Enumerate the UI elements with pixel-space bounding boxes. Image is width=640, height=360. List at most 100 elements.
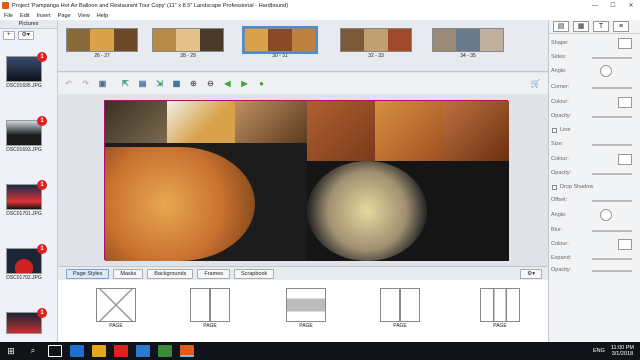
photobook-app-icon[interactable] xyxy=(180,345,194,357)
gear-icon[interactable]: ⚙▾ xyxy=(520,268,542,279)
photo-frame[interactable] xyxy=(307,161,427,261)
menu-insert[interactable]: Insert xyxy=(37,13,51,19)
page-spread[interactable] xyxy=(104,100,509,261)
drop-shadow-checkbox[interactable] xyxy=(552,185,557,190)
add-image-icon[interactable]: ▤ xyxy=(136,77,149,90)
photo-frame[interactable] xyxy=(443,101,509,161)
text-icon[interactable]: T xyxy=(593,21,609,32)
mail-icon[interactable] xyxy=(136,345,150,357)
undo-icon[interactable]: ↶ xyxy=(62,77,75,90)
page-style[interactable]: PAGE xyxy=(284,288,328,329)
spread-thumb-selected[interactable]: 30 - 31 xyxy=(242,26,318,60)
spread-thumb[interactable]: 32 - 33 xyxy=(340,28,412,60)
page-style[interactable]: PAGE xyxy=(188,288,232,329)
blur-slider[interactable] xyxy=(592,230,632,232)
photo-frame[interactable] xyxy=(105,101,167,143)
tab-backgrounds[interactable]: Backgrounds xyxy=(147,268,194,279)
picture-thumb[interactable]: 1 xyxy=(6,308,47,334)
text-block[interactable] xyxy=(215,153,285,193)
close-button[interactable]: ✕ xyxy=(622,0,640,11)
minimize-button[interactable]: — xyxy=(586,0,604,11)
app-icon[interactable] xyxy=(158,345,172,357)
line-colour-swatch[interactable] xyxy=(618,154,632,165)
save-icon[interactable]: ▣ xyxy=(96,77,109,90)
pictures-toolbar: + ⚙▾ xyxy=(0,29,57,41)
offset-slider[interactable] xyxy=(592,200,632,202)
previous-icon[interactable]: ◀ xyxy=(221,77,234,90)
add-picture-button[interactable]: + xyxy=(3,30,15,40)
page-style[interactable]: PAGE xyxy=(478,288,522,329)
zoom-out-icon[interactable]: ⊖ xyxy=(204,77,217,90)
layout-icon[interactable]: ▤ xyxy=(553,21,569,32)
text-block[interactable] xyxy=(435,171,503,221)
page-style[interactable]: PAGE xyxy=(378,288,422,329)
spread-label: 28 - 29 xyxy=(180,53,196,59)
photo-frame[interactable] xyxy=(167,101,235,143)
shape-selector[interactable] xyxy=(618,38,632,49)
picture-thumb[interactable]: 1 DSC01695.JPG xyxy=(6,52,47,89)
search-icon[interactable]: ⌕ xyxy=(26,345,40,357)
spread-preview xyxy=(432,28,504,52)
task-view-icon[interactable] xyxy=(48,345,62,357)
opacity-slider[interactable] xyxy=(592,116,632,118)
photo-frame[interactable] xyxy=(235,101,307,143)
sides-slider[interactable] xyxy=(592,57,632,59)
colour-swatch[interactable] xyxy=(618,97,632,108)
line-opacity-slider[interactable] xyxy=(592,173,632,175)
menu-page[interactable]: Page xyxy=(58,13,71,19)
picture-thumb[interactable]: 1 DSC01701.JPG xyxy=(6,180,47,217)
photo-frame[interactable] xyxy=(375,101,443,161)
spread-thumb[interactable]: 26 - 27 xyxy=(66,28,138,60)
start-icon[interactable]: ⊞ xyxy=(4,345,18,357)
usage-badge: 1 xyxy=(37,116,47,126)
corner-slider[interactable] xyxy=(592,87,632,89)
pictures-options-button[interactable]: ⚙▾ xyxy=(17,30,34,40)
shadow-angle-knob[interactable] xyxy=(600,209,612,221)
list-icon[interactable]: ≡ xyxy=(613,21,629,32)
tab-scrapbook[interactable]: Scrapbook xyxy=(234,268,275,279)
page-style[interactable]: PAGE xyxy=(94,288,138,329)
spread-preview xyxy=(152,28,224,52)
angle-knob[interactable] xyxy=(600,65,612,77)
menu-bar: File Edit Insert Page View Help xyxy=(0,11,640,20)
menu-edit[interactable]: Edit xyxy=(20,13,30,19)
edge-icon[interactable] xyxy=(70,345,84,357)
layout-icon[interactable]: ▦ xyxy=(170,77,183,90)
pictures-panel: Pictures + ⚙▾ 1 DSC01695.JPG 1 DSC01693.… xyxy=(0,20,58,342)
language-indicator[interactable]: ENG xyxy=(593,348,605,354)
maximize-button[interactable]: ☐ xyxy=(604,0,622,11)
menu-file[interactable]: File xyxy=(4,13,13,19)
window-title: Project 'Pampanga Hot Air Balloon and Re… xyxy=(12,2,289,9)
size-slider[interactable] xyxy=(592,144,632,146)
line-checkbox[interactable] xyxy=(552,128,557,133)
menu-help[interactable]: Help xyxy=(97,13,109,19)
tab-page-styles[interactable]: Page Styles xyxy=(66,268,110,279)
next-icon[interactable]: ▶ xyxy=(238,77,251,90)
zoom-in-icon[interactable]: ⊕ xyxy=(187,77,200,90)
redo-icon[interactable]: ↷ xyxy=(79,77,92,90)
spread-thumb[interactable]: 28 - 29 xyxy=(152,28,224,60)
right-page[interactable] xyxy=(307,101,509,261)
fit-image-icon[interactable]: ⇱ xyxy=(119,77,132,90)
spread-thumb[interactable]: 34 - 35 xyxy=(432,28,504,60)
cart-icon[interactable]: 🛒 xyxy=(529,77,542,90)
picture-thumb[interactable]: 1 DSC01693.JPG xyxy=(6,116,47,153)
shadow-colour-label: Colour: xyxy=(551,241,569,247)
arrange-icon[interactable]: ⇲ xyxy=(153,77,166,90)
picture-thumb[interactable]: 1 DSC01702.JPG xyxy=(6,244,47,281)
page-style-label: PAGE xyxy=(493,323,507,329)
chrome-icon[interactable] xyxy=(114,345,128,357)
shadow-opacity-slider[interactable] xyxy=(592,270,632,272)
menu-view[interactable]: View xyxy=(78,13,90,19)
clock[interactable]: 11:00 PM 3/1/2018 xyxy=(611,345,634,357)
expand-slider[interactable] xyxy=(592,258,632,260)
file-explorer-icon[interactable] xyxy=(92,345,106,357)
info-icon[interactable]: ● xyxy=(255,77,268,90)
tab-masks[interactable]: Masks xyxy=(113,268,144,279)
line-label: Line xyxy=(560,127,571,133)
left-page[interactable] xyxy=(105,101,307,261)
photo-frame[interactable] xyxy=(307,101,375,161)
image-icon[interactable]: ▦ xyxy=(573,21,589,32)
tab-frames[interactable]: Frames xyxy=(197,268,230,279)
shadow-colour-swatch[interactable] xyxy=(618,239,632,250)
